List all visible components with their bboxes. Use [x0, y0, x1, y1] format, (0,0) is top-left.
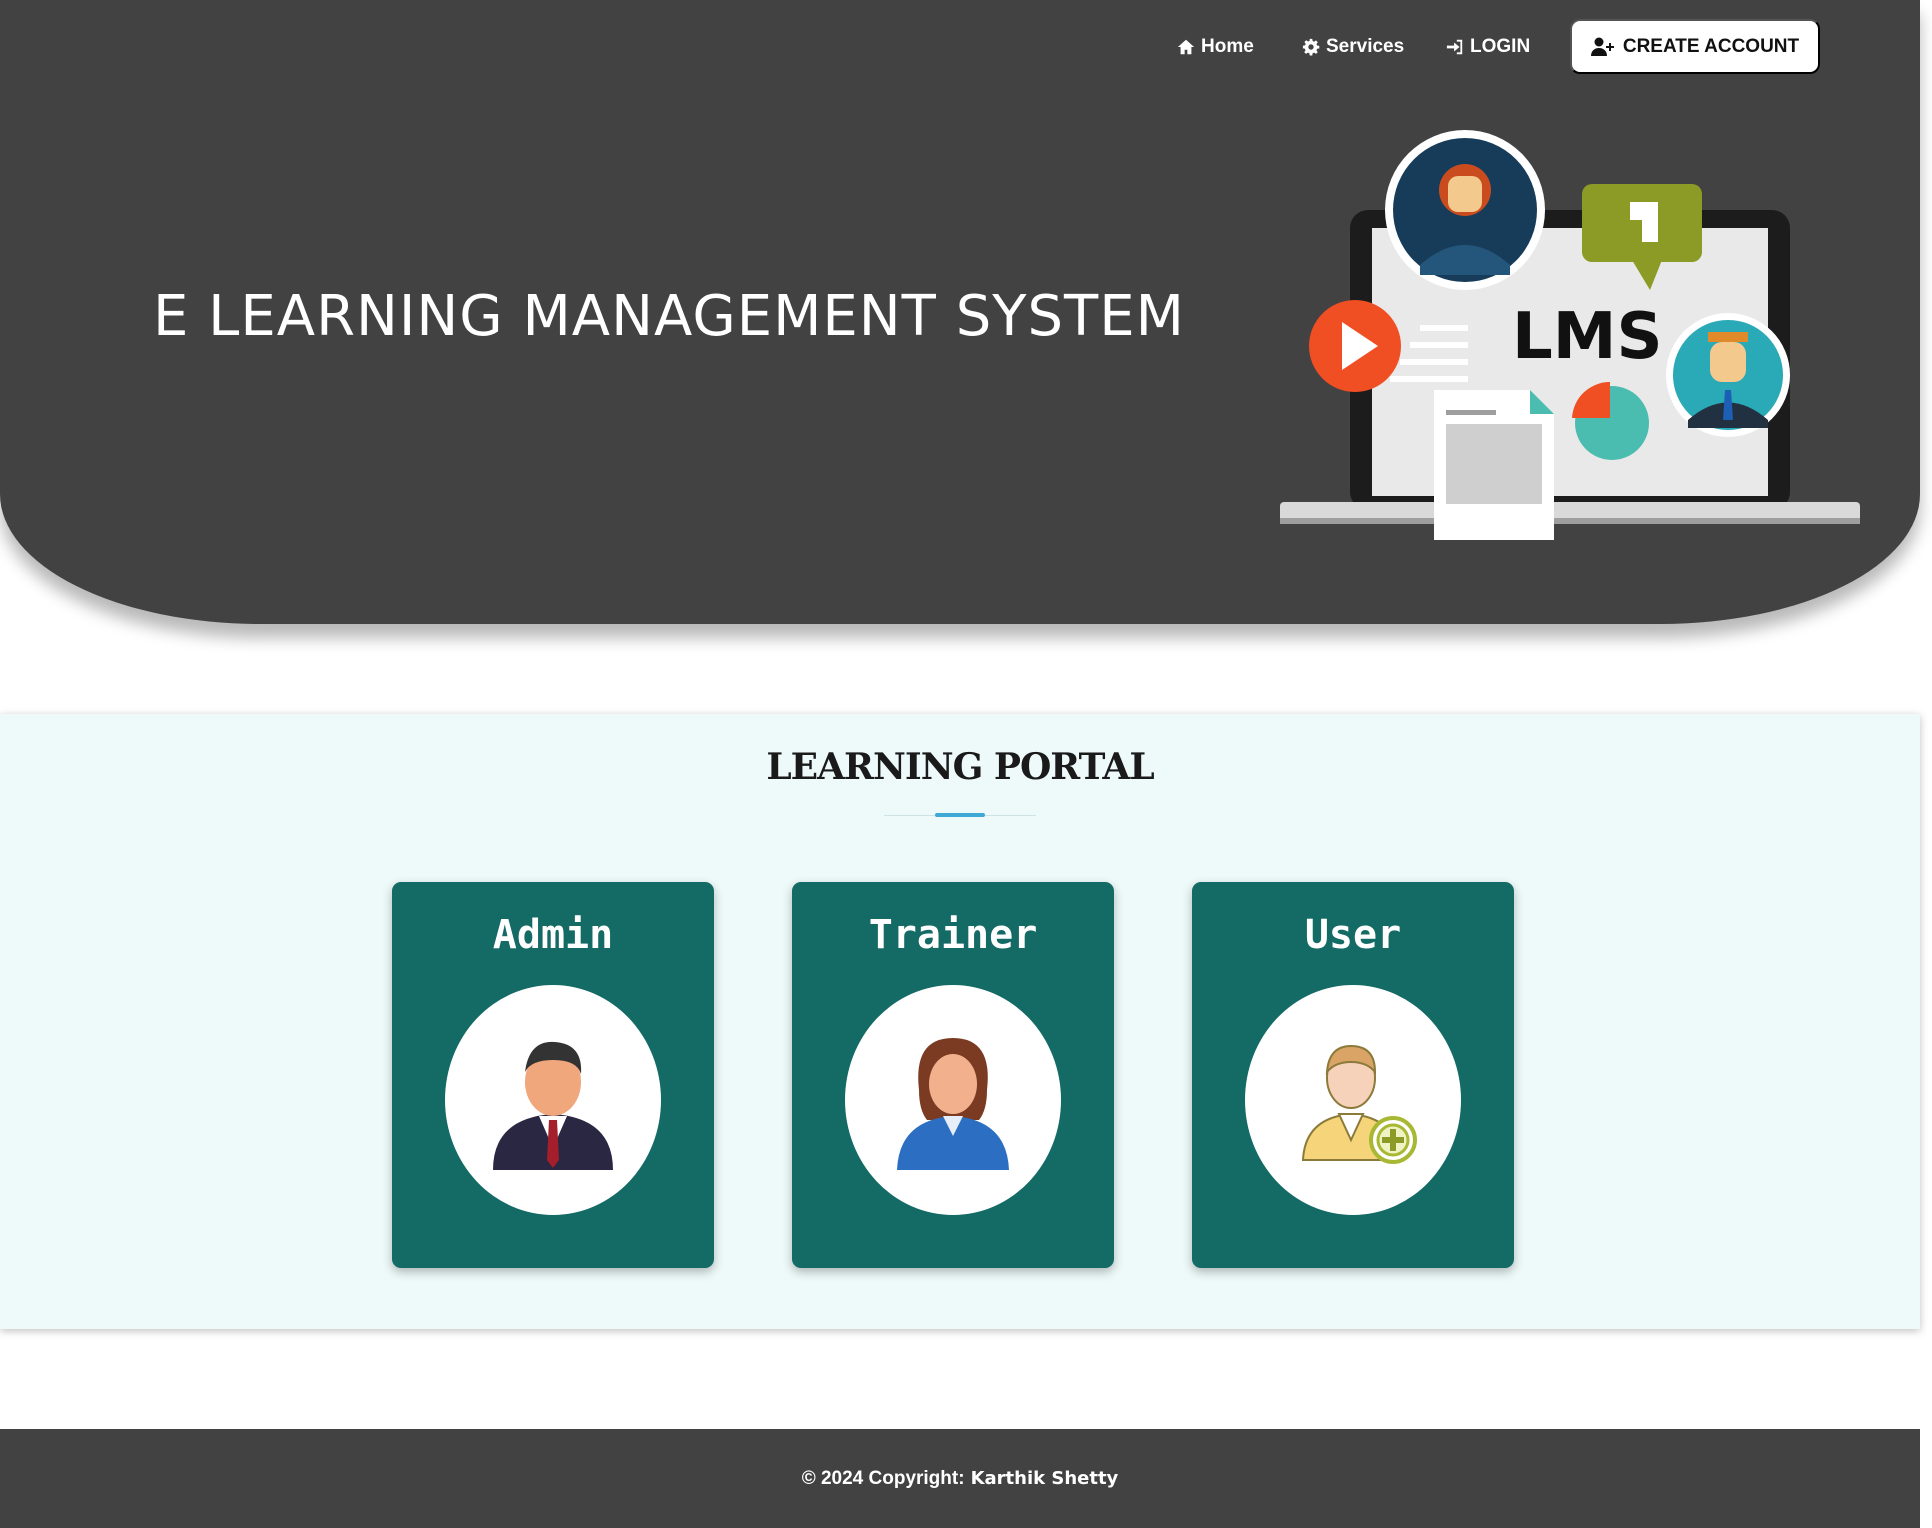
footer-copyright: © 2024 Copyright: — [801, 1467, 965, 1489]
nav-home-label: Home — [1201, 36, 1254, 57]
admin-card[interactable]: Admin — [392, 882, 714, 1268]
learning-portal-section: LEARNING PORTAL Admin Trainer User — [0, 714, 1920, 1329]
nav-login-label: LOGIN — [1470, 36, 1531, 57]
admin-avatar-circle — [445, 985, 661, 1215]
nav-login-link[interactable]: LOGIN — [1446, 34, 1530, 60]
home-icon — [1177, 39, 1195, 55]
user-plus-icon — [1590, 37, 1614, 56]
nav-services-link[interactable]: Services — [1302, 34, 1404, 60]
trainer-card-title: Trainer — [868, 912, 1038, 958]
portal-title: LEARNING PORTAL — [766, 746, 1154, 788]
footer: © 2024 Copyright: Karthik Shetty — [0, 1429, 1920, 1528]
trainer-avatar-circle — [845, 985, 1061, 1215]
create-account-button[interactable]: CREATE ACCOUNT — [1570, 19, 1820, 74]
hero-banner: Home Services LOGIN CREATE ACCOUNT E LEA… — [0, 0, 1920, 624]
hero-title: E LEARNING MANAGEMENT SYSTEM — [153, 284, 1185, 349]
gear-icon — [1302, 38, 1320, 56]
lms-laptop-illustration: LMS — [1280, 130, 1860, 540]
footer-author: Karthik Shetty — [970, 1468, 1119, 1489]
businesswoman-icon — [897, 1038, 1009, 1170]
businessman-icon — [493, 1041, 613, 1170]
lms-label: LMS — [1512, 300, 1663, 374]
trainer-card[interactable]: Trainer — [792, 882, 1114, 1268]
top-navigation: Home Services LOGIN CREATE ACCOUNT — [0, 0, 1920, 92]
user-avatar-circle — [1245, 985, 1461, 1215]
user-card-title: User — [1304, 912, 1402, 958]
title-accent-bar — [935, 813, 985, 817]
nav-services-label: Services — [1326, 36, 1405, 57]
admin-card-title: Admin — [492, 912, 614, 958]
create-account-label: CREATE ACCOUNT — [1622, 35, 1800, 57]
nav-home-link[interactable]: Home — [1177, 34, 1254, 60]
add-user-icon — [1301, 1044, 1417, 1164]
sign-in-icon — [1446, 39, 1463, 55]
user-card[interactable]: User — [1192, 882, 1514, 1268]
